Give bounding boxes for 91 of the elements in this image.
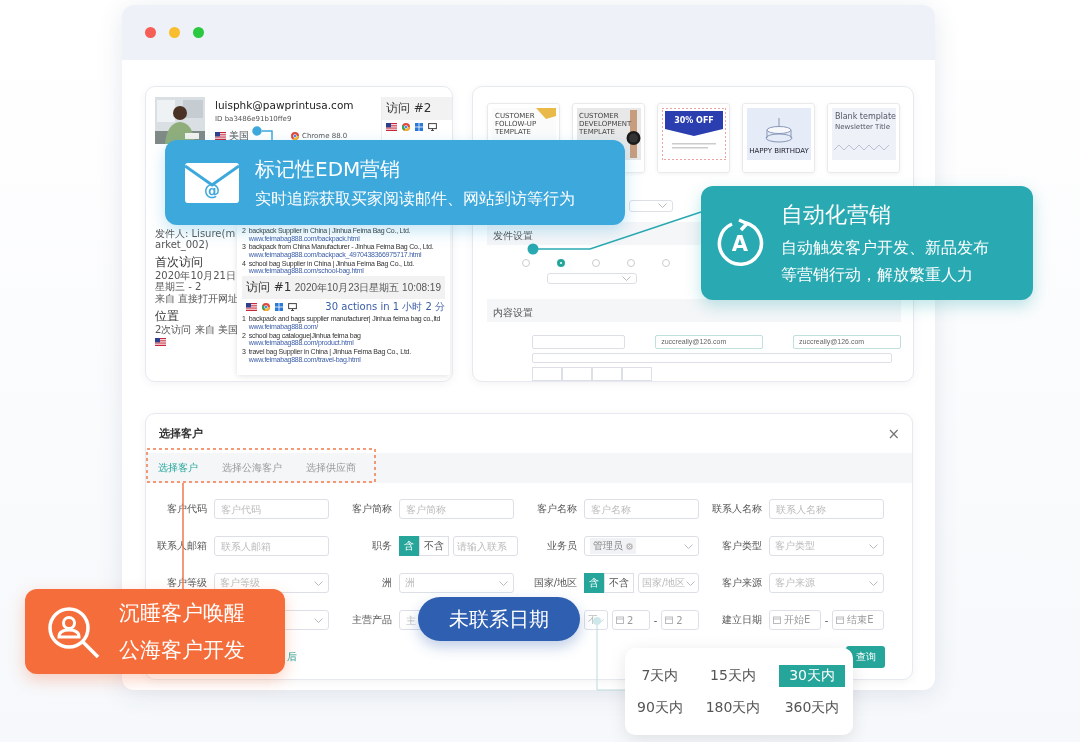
segment-button[interactable]: 不含 xyxy=(604,573,634,593)
calendar-icon xyxy=(616,616,624,624)
range-option[interactable]: 180天内 xyxy=(701,696,765,719)
toolbar-button[interactable] xyxy=(532,367,562,381)
field-label: 主营产品 xyxy=(351,613,392,627)
flag-icon xyxy=(246,303,257,312)
text-input[interactable] xyxy=(532,334,626,349)
flag-icon xyxy=(215,132,226,140)
callout-text: 自动触发客户开发、新品发布 xyxy=(781,238,989,259)
section-text: 2次访问 来自 美国 xyxy=(155,324,238,336)
section-text: 2020年10月21日星期三 - 2 xyxy=(155,270,237,293)
field-label: 洲 xyxy=(381,576,392,590)
toolbar-button[interactable] xyxy=(592,367,622,381)
tag: 管理员 xyxy=(590,538,636,554)
monitor-icon xyxy=(428,123,437,131)
radio-button[interactable] xyxy=(557,258,565,267)
chevron-down-icon xyxy=(314,617,323,623)
callout-title: 标记性EDM营销 xyxy=(255,155,402,183)
callout-title: 自动化营销 xyxy=(781,201,892,229)
chevron-down-icon xyxy=(869,580,878,586)
range-option[interactable]: 15天内 xyxy=(701,664,765,687)
text-input[interactable]: 请输入联系 xyxy=(453,536,518,556)
close-button[interactable]: × xyxy=(887,424,900,443)
callout-text: 等营销行动，解放繁重人力 xyxy=(781,265,974,286)
browser-icon xyxy=(262,303,270,312)
field-label: 联系人名称 xyxy=(711,502,762,516)
text-input[interactable] xyxy=(532,352,892,363)
dialog-title: 选择客户 xyxy=(159,426,203,441)
clear-icon[interactable] xyxy=(626,542,633,550)
range-option[interactable]: 90天内 xyxy=(633,696,687,719)
text-input[interactable]: 客户代码 xyxy=(214,499,329,519)
segment-button[interactable]: 不含 xyxy=(419,536,449,556)
select-field[interactable] xyxy=(629,200,673,212)
calendar-icon xyxy=(836,616,845,624)
browser-icon xyxy=(402,123,410,131)
field-label: 客户来源 xyxy=(721,576,762,590)
section-heading: 首次访问 xyxy=(155,256,204,270)
envelope-icon: @ xyxy=(185,162,239,203)
range-option[interactable]: 360天内 xyxy=(779,696,845,719)
monitor-icon xyxy=(288,303,297,312)
flag-icon xyxy=(155,338,166,347)
chevron-down-icon xyxy=(684,543,693,549)
template-thumbnail-drawing: 30% OFF xyxy=(661,108,726,160)
section-title: 发件设置 xyxy=(493,229,533,241)
country-name: 美国 xyxy=(229,129,249,143)
calendar-icon xyxy=(665,616,674,624)
visit-summary[interactable]: 30 actions in 1 小时 2 分 xyxy=(325,300,445,315)
field-label: 职务 xyxy=(371,539,392,553)
section-title: 内容设置 xyxy=(493,306,533,318)
range-option[interactable]: 7天内 xyxy=(633,664,687,687)
section-text: 来自 直接打开网址 xyxy=(155,293,239,305)
windows-icon xyxy=(415,123,423,131)
visit-title: 访问 #2 xyxy=(386,100,432,117)
visitor-email: luisphk@pawprintusa.com xyxy=(215,99,355,111)
window-control[interactable] xyxy=(193,27,204,38)
callout-text: 沉睡客户唤醒 xyxy=(119,600,245,628)
template-card[interactable]: 30% OFF xyxy=(657,103,730,173)
chevron-down-icon xyxy=(686,580,695,586)
select-field[interactable] xyxy=(547,272,637,284)
chevron-down-icon xyxy=(598,617,604,623)
field-label: 客户类型 xyxy=(721,539,762,553)
field-label: 客户名称 xyxy=(536,502,577,516)
range-separator: - xyxy=(653,614,658,626)
windows-icon xyxy=(275,303,283,312)
label-tooltip: 未联系日期 xyxy=(418,597,580,641)
field-label: 国家/地区 xyxy=(532,576,577,590)
section-heading: 位置 xyxy=(155,310,180,324)
text-input[interactable]: 联系人名称 xyxy=(769,499,884,519)
callout-text: 公海客户开发 xyxy=(119,636,245,664)
text-input[interactable]: 客户名称 xyxy=(584,499,699,519)
field-label: 业务员 xyxy=(546,539,577,553)
visit-date: 2020年10月23日星期五 10:08:19 xyxy=(294,280,441,295)
field-label: 客户简称 xyxy=(351,502,392,516)
chevron-down-icon xyxy=(314,580,323,586)
toolbar-button[interactable] xyxy=(562,367,592,381)
window-control[interactable] xyxy=(169,27,180,38)
chevron-down-icon xyxy=(869,543,878,549)
select-field[interactable]: 管理员 xyxy=(584,536,699,556)
visit-title: 访问 #1 xyxy=(246,279,292,297)
callout-text: 实时追踪获取买家阅读邮件、网站到访等行为 xyxy=(255,188,575,210)
browser-icon xyxy=(291,132,299,140)
chevron-down-icon xyxy=(658,203,667,209)
chevron-down-icon xyxy=(622,275,631,281)
field-label: 建立日期 xyxy=(721,613,762,627)
chevron-down-icon xyxy=(499,580,508,586)
toolbar-button[interactable] xyxy=(622,367,652,381)
calendar-icon xyxy=(773,616,781,624)
range-separator: - xyxy=(824,614,829,626)
window-control[interactable] xyxy=(145,27,156,38)
flag-icon xyxy=(386,123,397,131)
sender-text: 发件人: Lisure(market_002) xyxy=(155,228,237,250)
